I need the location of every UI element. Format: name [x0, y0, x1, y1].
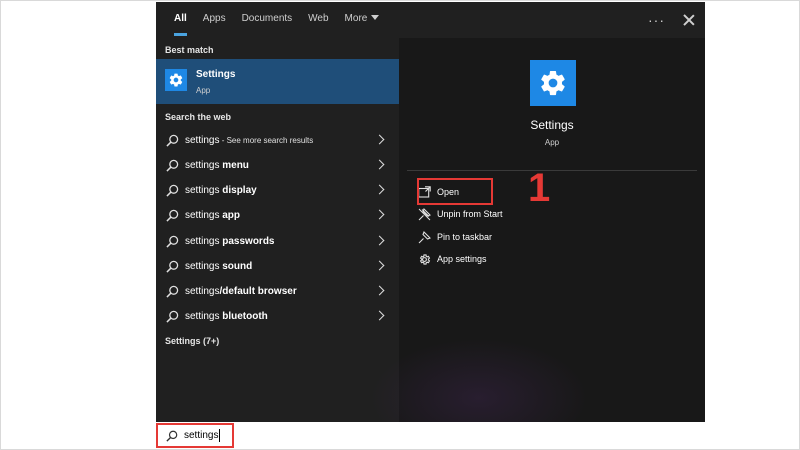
unpin-icon: [417, 207, 431, 221]
panel-actions: ···: [648, 2, 695, 38]
gear-icon: [417, 252, 431, 266]
web-result-label: settings/default browser: [185, 286, 297, 297]
open-highlight-box: [417, 178, 493, 205]
unpin-from-start-action[interactable]: Unpin from Start: [417, 205, 503, 223]
unpin-from-start-label: Unpin from Start: [437, 209, 503, 219]
detail-app-type: App: [544, 138, 560, 147]
web-result-label: settings app: [185, 210, 241, 221]
web-result-row[interactable]: settings passwords: [156, 230, 399, 255]
search-web-heading: Search the web: [165, 112, 232, 122]
app-settings-label: App settings: [437, 254, 487, 264]
web-result-label: settings bluetooth: [185, 311, 268, 322]
chevron-right-icon: [374, 159, 385, 170]
tab-web[interactable]: Web: [300, 2, 336, 38]
close-icon[interactable]: [683, 14, 695, 26]
search-icon: [166, 235, 179, 248]
search-icon: [166, 184, 179, 197]
tab-all[interactable]: All: [166, 2, 195, 38]
web-result-label: settings sound: [185, 261, 253, 272]
step-number-label: 1: [528, 166, 551, 210]
taskbar-search-box[interactable]: settings: [156, 423, 234, 448]
chevron-right-icon: [374, 209, 385, 220]
web-result-row[interactable]: settings - See more search results: [156, 129, 399, 154]
web-result-row[interactable]: settings bluetooth: [156, 305, 399, 330]
web-result-label: settings menu: [185, 160, 249, 171]
chevron-right-icon: [374, 285, 385, 296]
chevron-right-icon: [374, 310, 385, 321]
chevron-right-icon: [374, 235, 385, 246]
app-detail-pane: Settings App Open Unpin from Start Pin t…: [369, 38, 705, 422]
tab-more-label: More: [344, 13, 368, 24]
divider: [407, 170, 697, 171]
app-settings-action[interactable]: App settings: [417, 250, 487, 268]
tab-documents[interactable]: Documents: [234, 2, 301, 38]
chevron-right-icon: [374, 260, 385, 271]
tab-apps[interactable]: Apps: [195, 2, 234, 38]
search-input[interactable]: settings: [184, 430, 218, 441]
search-icon: [166, 285, 179, 298]
search-icon: [166, 260, 179, 273]
pin-icon: [417, 230, 431, 244]
pin-to-taskbar-label: Pin to taskbar: [437, 232, 493, 242]
chevron-right-icon: [374, 184, 385, 195]
web-result-label: settings passwords: [185, 236, 275, 247]
web-result-row[interactable]: settings sound: [156, 255, 399, 280]
chevron-right-icon: [374, 134, 385, 145]
web-result-label: settings - See more search results: [185, 135, 314, 146]
web-result-row[interactable]: settings app: [156, 204, 399, 229]
detail-app-name: Settings: [530, 118, 574, 132]
search-icon: [166, 134, 179, 147]
web-result-row[interactable]: settings display: [156, 179, 399, 204]
best-match-heading: Best match: [165, 45, 214, 55]
search-icon: [166, 310, 179, 323]
web-result-row[interactable]: settings menu: [156, 154, 399, 179]
more-options-icon[interactable]: ···: [648, 12, 665, 28]
best-match-name: Settings: [196, 69, 236, 80]
best-match-type: App: [196, 86, 211, 95]
web-result-label: settings display: [185, 185, 257, 196]
more-settings-results[interactable]: Settings (7+): [165, 336, 219, 346]
text-cursor: [219, 429, 221, 442]
settings-gear-icon: [530, 60, 576, 106]
best-match-result[interactable]: Settings App: [156, 59, 399, 104]
search-tabs: All Apps Documents Web More ···: [156, 2, 705, 38]
tab-more[interactable]: More: [337, 2, 388, 38]
search-icon: [166, 159, 179, 172]
chevron-down-icon: [371, 15, 380, 20]
web-result-row[interactable]: settings/default browser: [156, 280, 399, 305]
settings-gear-icon: [165, 69, 187, 91]
search-icon: [166, 430, 178, 442]
results-list: Best match Settings App Search the web s…: [156, 38, 399, 422]
start-search-panel: All Apps Documents Web More ··· Best mat…: [156, 2, 705, 422]
pin-to-taskbar-action[interactable]: Pin to taskbar: [417, 228, 492, 246]
search-icon: [166, 209, 179, 222]
